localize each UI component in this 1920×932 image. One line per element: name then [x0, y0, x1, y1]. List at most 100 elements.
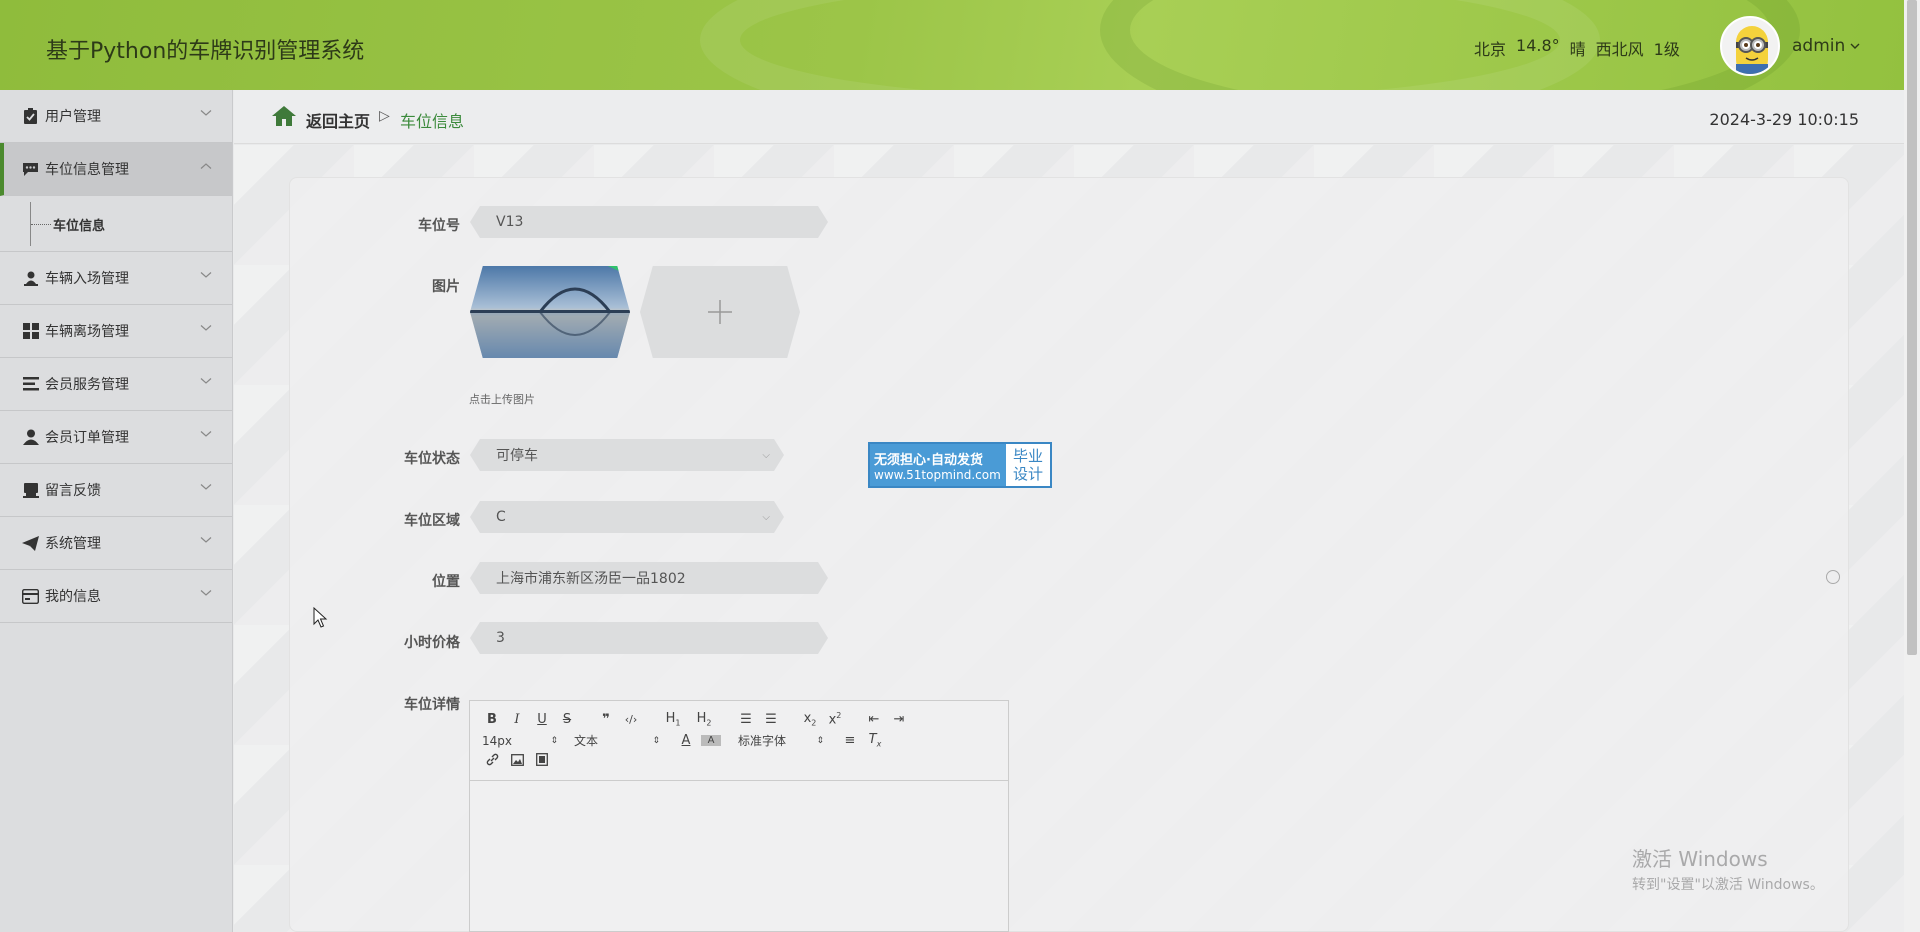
ad-badge[interactable]: 无须担心·自动发货 www.51topmind.com 毕业 设计 [868, 442, 1052, 488]
align-icon[interactable]: ≡ [840, 733, 860, 748]
paper-plane-icon [22, 535, 39, 552]
windows-line2: 转到"设置"以激活 Windows。 [1632, 877, 1824, 893]
ad-line2: www.51topmind.com [874, 467, 1001, 482]
chevron-down-icon [200, 325, 212, 331]
space-no-value: V13 [496, 214, 524, 230]
sidebar-item-vehicle-entry[interactable]: 车辆入场管理 [0, 252, 232, 305]
upload-hint: 点击上传图片 [469, 393, 535, 406]
clipboard-check-icon [22, 108, 39, 125]
breadcrumb-current: 车位信息 [400, 112, 465, 131]
chevron-down-icon [200, 272, 212, 278]
user-menu[interactable]: admin [1792, 36, 1860, 56]
sidebar-item-label: 我的信息 [45, 589, 101, 605]
sidebar-item-label: 车辆入场管理 [45, 271, 129, 287]
page-scrollbar[interactable] [1904, 0, 1920, 932]
clear-format-icon[interactable]: Tx [865, 732, 885, 749]
h2-button[interactable]: H2 [691, 711, 717, 728]
sidebar-item-label: 车位信息管理 [45, 162, 129, 178]
card-icon [22, 588, 39, 605]
updown-arrow-icon: ⇕ [816, 735, 824, 746]
location-value: 上海市浦东新区汤臣一品1802 [496, 571, 686, 587]
inbox-icon [22, 482, 39, 499]
chevron-down-icon: ⌵ [762, 512, 770, 523]
weather-condition: 晴 [1569, 40, 1586, 59]
sidebar-item-vehicle-exit[interactable]: 车辆离场管理 [0, 305, 232, 358]
bold-button[interactable]: B [482, 712, 502, 727]
rich-text-editor: B I U S ❞ ‹/› H1 H2 ☰ ☰ x2 x2 ⇤ ⇥ 14px ⇕ [469, 700, 1009, 932]
chevron-down-icon [200, 110, 212, 116]
status-label: 车位状态 [404, 451, 460, 467]
price-input[interactable]: 3 [470, 622, 828, 654]
italic-button[interactable]: I [507, 712, 527, 727]
sidebar-item-member-service[interactable]: 会员服务管理 [0, 358, 232, 411]
sidebar-subitem-parking-info[interactable]: 车位信息 [53, 215, 105, 234]
home-icon[interactable] [271, 105, 297, 127]
space-no-label: 车位号 [418, 218, 460, 234]
chevron-down-icon: ⌵ [762, 450, 770, 461]
sidebar: 用户管理 车位信息管理 车位信息 车辆入场管理 车辆离场管理 会员服务管理 会员… [0, 90, 233, 932]
area-select[interactable]: C ⌵ [470, 501, 784, 533]
blockquote-icon[interactable]: ❞ [596, 712, 616, 727]
back-home-link[interactable]: 返回主页 [306, 108, 370, 132]
app-title: 基于Python的车牌识别管理系统 [46, 39, 365, 64]
weather-temp: 14.8° [1516, 36, 1560, 55]
sidebar-item-label: 会员订单管理 [45, 430, 129, 446]
h1-button[interactable]: H1 [660, 711, 686, 728]
sidebar-item-user-management[interactable]: 用户管理 [0, 90, 232, 143]
sidebar-item-my-info[interactable]: 我的信息 [0, 570, 232, 623]
paragraph-value: 文本 [574, 734, 599, 748]
area-value: C [496, 509, 506, 525]
sidebar-item-feedback[interactable]: 留言反馈 [0, 464, 232, 517]
superscript-button[interactable]: x2 [825, 711, 845, 727]
outdent-icon[interactable]: ⇤ [864, 712, 884, 727]
strike-button[interactable]: S [557, 712, 577, 727]
space-no-input[interactable]: V13 [470, 206, 828, 238]
uploaded-image[interactable] [470, 266, 630, 358]
subscript-button[interactable]: x2 [800, 711, 820, 728]
plus-icon [708, 300, 732, 324]
underline-button[interactable]: U [532, 712, 552, 727]
status-value: 可停车 [496, 448, 538, 464]
grid-icon [22, 323, 39, 340]
chevron-up-icon [200, 163, 212, 169]
mouse-cursor-icon [313, 607, 328, 628]
paragraph-select[interactable]: 文本 ⇕ [574, 732, 660, 749]
ordered-list-icon[interactable]: ☰ [736, 712, 756, 727]
background-color-icon[interactable]: A [701, 735, 721, 746]
image-icon[interactable] [507, 753, 527, 770]
ad-right1: 毕业 [1012, 447, 1043, 465]
scrollbar-thumb[interactable] [1907, 0, 1917, 655]
ad-right2: 设计 [1012, 465, 1043, 483]
header-decoration [1100, 0, 1800, 90]
indent-icon[interactable]: ⇥ [889, 712, 909, 727]
chevron-down-icon [200, 590, 212, 596]
avatar[interactable] [1720, 16, 1780, 76]
status-select[interactable]: 可停车 ⌵ [470, 439, 784, 471]
sidebar-item-label: 系统管理 [45, 536, 101, 552]
sidebar-item-label: 车辆离场管理 [45, 324, 129, 340]
windows-activation-watermark: 激活 Windows 转到"设置"以激活 Windows。 [1632, 843, 1824, 894]
font-color-icon[interactable]: A [676, 733, 696, 748]
font-size-select[interactable]: 14px ⇕ [482, 734, 558, 748]
location-label: 位置 [432, 574, 460, 590]
video-icon[interactable] [532, 753, 552, 770]
updown-arrow-icon: ⇕ [652, 735, 660, 746]
font-family-select[interactable]: 标准字体 ⇕ [738, 732, 824, 749]
price-value: 3 [496, 630, 505, 646]
code-icon[interactable]: ‹/› [621, 713, 641, 726]
chevron-down-icon [200, 537, 212, 543]
link-icon[interactable] [482, 753, 502, 770]
location-input[interactable]: 上海市浦东新区汤臣一品1802 [470, 562, 828, 594]
breadcrumb-separator: ▷ [379, 108, 390, 124]
sidebar-item-member-orders[interactable]: 会员订单管理 [0, 411, 232, 464]
weather-city: 北京 [1474, 40, 1507, 59]
chevron-down-icon [200, 484, 212, 490]
bridge-photo [470, 266, 630, 358]
bullet-list-icon[interactable]: ☰ [761, 712, 781, 727]
sidebar-item-parking-info[interactable]: 车位信息管理 [0, 143, 232, 196]
sidebar-item-system[interactable]: 系统管理 [0, 517, 232, 570]
weather-info: 北京 14.8° 晴 西北风 1级 [1474, 36, 1680, 60]
upload-image-button[interactable] [640, 266, 800, 358]
windows-line1: 激活 Windows [1632, 847, 1768, 871]
editor-content-area[interactable] [470, 781, 1008, 931]
